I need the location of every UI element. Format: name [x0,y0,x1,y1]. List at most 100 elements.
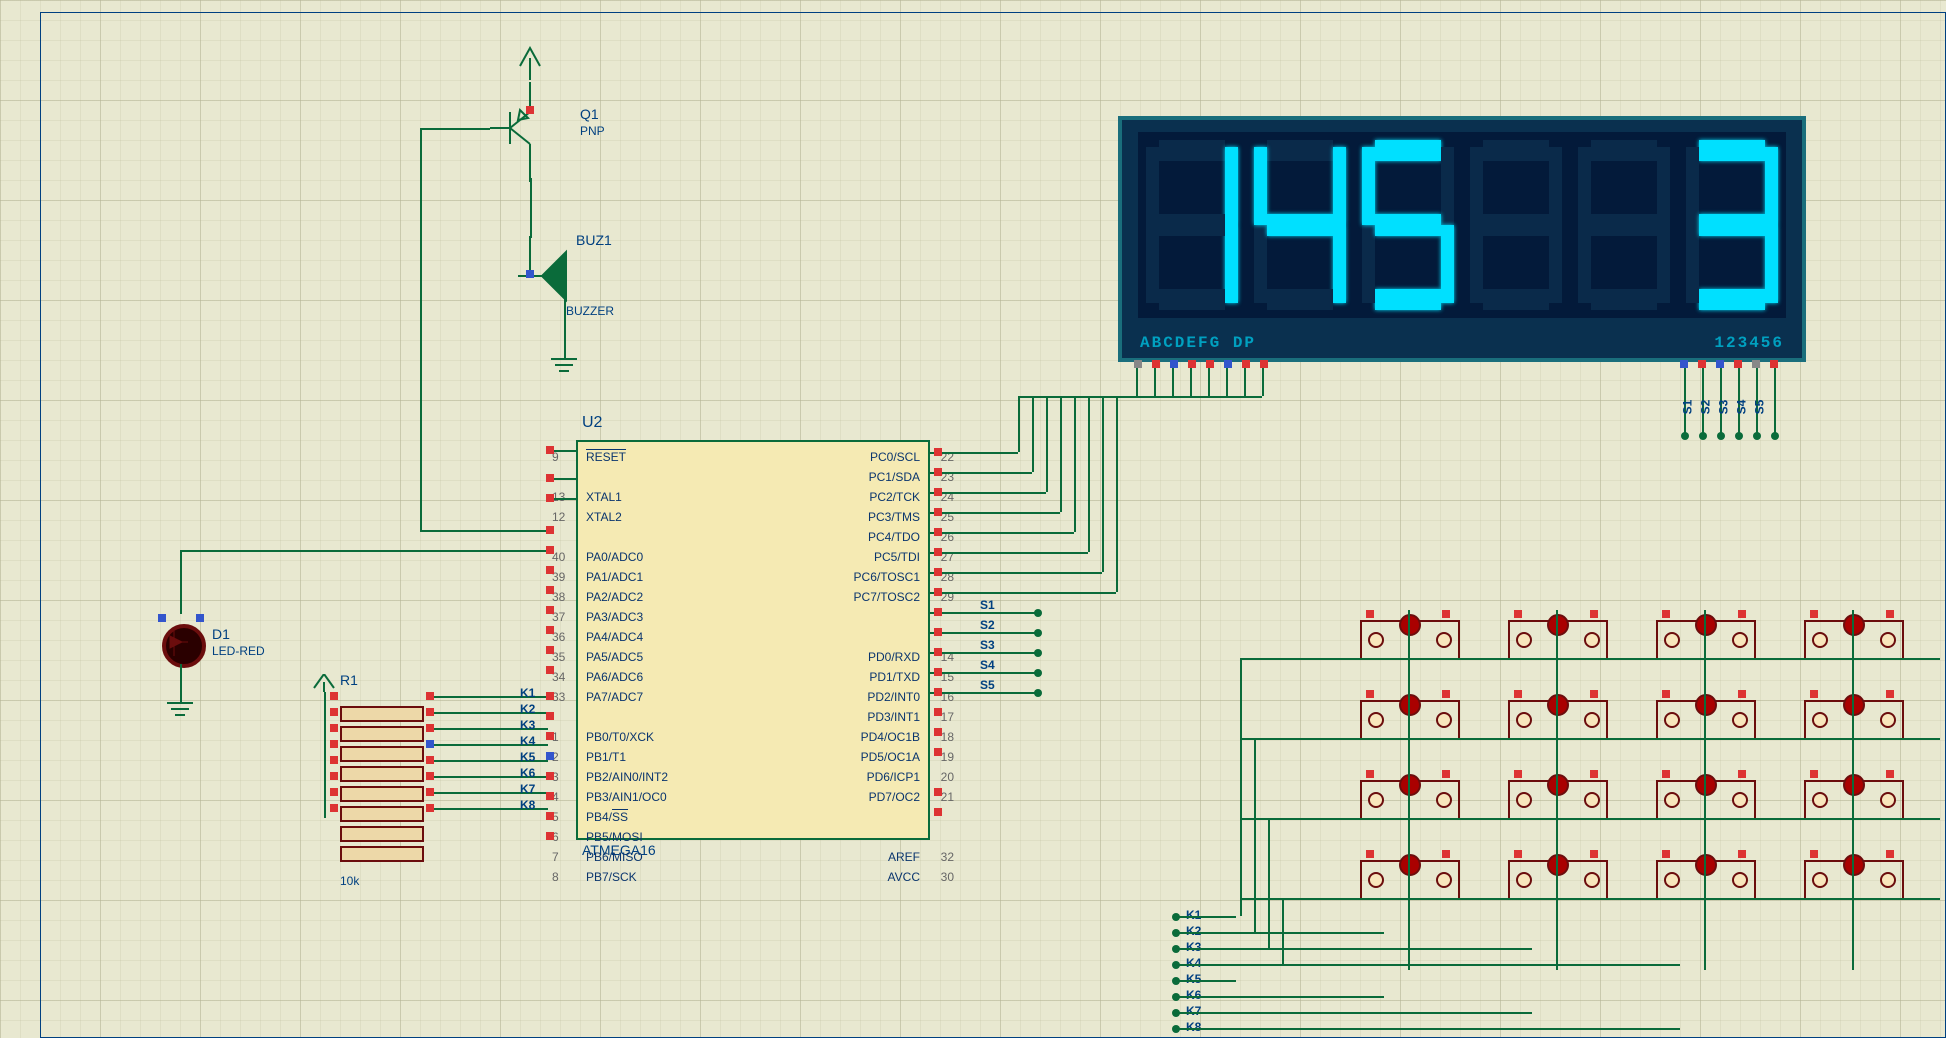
mcu-pin-PD3/INT1: PD3/INT1 [867,710,920,724]
mcu-pin-PA5/ADC5: PA5/ADC5 [586,650,643,664]
segment-D [1699,289,1764,310]
r1-ref: R1 [340,672,424,688]
segment-E [1362,225,1375,303]
keypad-net-K8: K8 [1186,1020,1201,1034]
mcu-pin-PA1/ADC1: PA1/ADC1 [586,570,643,584]
segment-E [1254,225,1267,303]
segment-D [1267,289,1332,310]
keypad-key-r2-c1[interactable] [1508,780,1608,820]
mcu-pin-AVCC: AVCC [888,870,920,884]
resistor-r2 [340,726,424,742]
keypad-key-r0-c2[interactable] [1656,620,1756,660]
keypad-key-r2-c3[interactable] [1804,780,1904,820]
mcu-pin-PB6/MISO: PB6/MISO [586,850,643,864]
net-label-K6: K6 [520,766,535,780]
keypad-net-K6: K6 [1186,988,1201,1002]
net-label-disp-S1: S1 [1680,400,1694,415]
resistor-r4 [340,766,424,782]
q1-ref: Q1 [580,106,599,122]
segment-B [1549,147,1562,225]
resistor-r5 [340,786,424,802]
net-label-S5: S5 [980,678,995,692]
keypad-net-K3: K3 [1186,940,1201,954]
keypad-key-r3-c0[interactable] [1360,860,1460,900]
mcu-pin-PD0/RXD: PD0/RXD [868,650,920,664]
keypad-net-K7: K7 [1186,1004,1201,1018]
keypad-key-r3-c3[interactable] [1804,860,1904,900]
mcu-pin-PA0/ADC0: PA0/ADC0 [586,550,643,564]
keypad-key-r2-c2[interactable] [1656,780,1756,820]
resistor-r3 [340,746,424,762]
segment-C [1441,225,1454,303]
mcu-pin-PD4/OC1B: PD4/OC1B [861,730,920,744]
power-vcc-q1 [518,46,542,80]
mcu-pin-PC3/TMS: PC3/TMS [868,510,920,524]
keypad-key-r3-c1[interactable] [1508,860,1608,900]
digit-3 [1360,136,1456,314]
segment-G [1483,214,1548,235]
segment-A [1591,140,1656,161]
net-label-K8: K8 [520,798,535,812]
segment-G [1591,214,1656,235]
schematic-canvas[interactable]: ABCDEFG DP 123456 U2 ATMEGA16 9RESET13XT… [0,0,1946,1038]
mcu-pin-PA4/ADC4: PA4/ADC4 [586,630,643,644]
segment-A [1699,140,1764,161]
mcu-pin-PB1/T1: PB1/T1 [586,750,626,764]
d1-part: LED-RED [212,644,265,658]
net-label-K2: K2 [520,702,535,716]
keypad-net-K1: K1 [1186,908,1201,922]
power-vcc-respack [312,674,336,692]
segment-A [1267,140,1332,161]
keypad-key-r1-c3[interactable] [1804,700,1904,740]
mcu-pin-PC7/TOSC2: PC7/TOSC2 [854,590,920,604]
gnd-buzzer [551,358,577,372]
mcu-pin-PD2/INT0: PD2/INT0 [867,690,920,704]
keypad-key-r0-c3[interactable] [1804,620,1904,660]
mcu-pin-PC4/TDO: PC4/TDO [868,530,920,544]
keypad-key-r1-c0[interactable] [1360,700,1460,740]
segment-G [1159,214,1224,235]
mcu-pin-PB3/AIN1/OC0: PB3/AIN1/OC0 [586,790,667,804]
segment-E [1686,225,1699,303]
segment-F [1578,147,1591,225]
segment-B [1657,147,1670,225]
mcu-pin-PD6/ICP1: PD6/ICP1 [867,770,920,784]
segment-A [1375,140,1440,161]
mcu-pin-PA6/ADC6: PA6/ADC6 [586,670,643,684]
display-window [1138,132,1786,318]
net-label-S2: S2 [980,618,995,632]
keypad-key-r1-c1[interactable] [1508,700,1608,740]
segment-F [1362,147,1375,225]
segment-E [1578,225,1591,303]
keypad-key-r0-c0[interactable] [1360,620,1460,660]
mcu-pin-PC2/TCK: PC2/TCK [869,490,920,504]
mcu-pin-PC5/TDI: PC5/TDI [874,550,920,564]
segment-B [1225,147,1238,225]
segment-G [1375,214,1440,235]
keypad-key-r2-c0[interactable] [1360,780,1460,820]
digit-5 [1576,136,1672,314]
segment-D [1375,289,1440,310]
net-label-K3: K3 [520,718,535,732]
buzzer [510,236,570,311]
net-label-K5: K5 [520,750,535,764]
net-label-disp-S2: S2 [1698,400,1712,415]
net-label-S1: S1 [980,598,995,612]
segment-C [1333,225,1346,303]
segment-C [1765,225,1778,303]
mcu-pin-PD5/OC1A: PD5/OC1A [861,750,920,764]
mcu-pin-PC0/SCL: PC0/SCL [870,450,920,464]
digit-1 [1144,136,1240,314]
display-pin-label-right: 123456 [1714,334,1784,352]
keypad-key-r0-c1[interactable] [1508,620,1608,660]
keypad-key-r1-c2[interactable] [1656,700,1756,740]
segment-F [1470,147,1483,225]
mcu-pin-PB2/AIN0/INT2: PB2/AIN0/INT2 [586,770,668,784]
transistor-pnp [490,82,570,187]
resistor-r6 [340,806,424,822]
mcu-pin-PC1/SDA: PC1/SDA [869,470,920,484]
display-pin-label-left: ABCDEFG DP [1140,334,1256,352]
keypad-key-r3-c2[interactable] [1656,860,1756,900]
mcu-pin-PB5/MOSI: PB5/MOSI [586,830,643,844]
net-label-K7: K7 [520,782,535,796]
